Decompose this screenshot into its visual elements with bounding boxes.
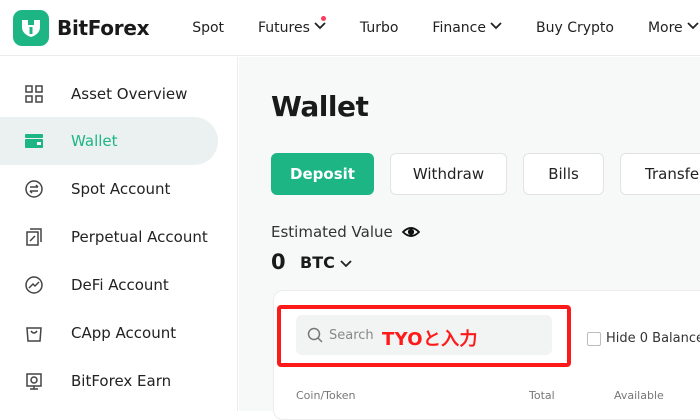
estimated-value-label: Estimated Value [271,223,393,241]
annotation-text: TYOと入力 [382,329,478,350]
sidebar-item-bitforex-earn[interactable]: BitForex Earn [0,357,218,405]
sidebar-item-label: CApp Account [71,324,177,342]
bitforex-logo-icon [13,9,49,46]
sidebar-item-spot-account[interactable]: Spot Account [0,165,218,213]
deposit-button-label: Deposit [290,165,355,183]
checkbox[interactable] [587,331,601,346]
deposit-button[interactable]: Deposit [271,153,374,195]
wallet-actions: Deposit Withdraw Bills Transfer [271,153,700,195]
trend-circle-icon [24,275,44,295]
nav-spot-label: Spot [192,19,225,36]
estimated-value: 0 [271,250,286,274]
bills-button[interactable]: Bills [523,153,604,195]
transfer-button[interactable]: Transfer [620,153,700,195]
page-title: Wallet [271,90,369,123]
nav-buy-crypto-label: Buy Crypto [535,19,614,36]
sidebar-item-perpetual-account[interactable]: Perpetual Account [0,213,218,261]
nav-turbo[interactable]: Turbo [343,20,416,36]
column-header-available: Available [614,389,664,402]
main-content: Wallet Deposit Withdraw Bills Transfer E… [239,57,700,420]
sidebar-item-label: Asset Overview [71,85,188,103]
sidebar-item-wallet[interactable]: Wallet [0,117,218,165]
sidebar-item-asset-overview[interactable]: Asset Overview [0,70,218,118]
nav-buy-crypto[interactable]: Buy Crypto [519,20,631,36]
sidebar-item-defi-account[interactable]: DeFi Account [0,261,218,309]
transfer-button-label: Transfer [645,165,700,183]
sidebar-item-label: BitForex Earn [71,372,172,390]
bills-button-label: Bills [548,165,579,183]
nav-more[interactable]: More [631,20,700,36]
top-nav-bar: BitForex Spot Futures Turbo Finance Buy … [0,0,700,56]
brand-name: BitForex [57,15,150,40]
notification-dot [320,15,326,21]
withdraw-button[interactable]: Withdraw [390,153,507,195]
column-header-coin: Coin/Token [296,389,356,402]
nav-futures-label: Futures [258,19,310,36]
currency-selector[interactable]: BTC [300,253,352,272]
sidebar-item-capp-account[interactable]: CApp Account [0,309,218,357]
brand-logo[interactable]: BitForex [13,9,150,46]
sidebar-item-label: Spot Account [71,180,171,198]
nav-futures[interactable]: Futures [241,15,343,36]
earn-icon [24,371,44,391]
nav-finance[interactable]: Finance [415,20,519,36]
column-header-total: Total [529,389,555,402]
hide-zero-balance-toggle[interactable]: Hide 0 Balance [587,331,700,346]
shopping-bag-icon [24,323,44,343]
nav-finance-label: Finance [432,19,486,36]
withdraw-button-label: Withdraw [412,165,485,183]
wallet-icon [24,131,44,151]
sidebar-item-label: DeFi Account [71,276,169,294]
nav-spot[interactable]: Spot [175,20,241,36]
sidebar-item-label: Wallet [71,132,118,150]
sidebar-item-label: Perpetual Account [71,228,208,246]
grid-icon [24,84,44,104]
asset-panel: Search TYOと入力 Hide 0 Balance Coin/Token … [273,290,700,420]
chevron-down-icon [490,22,502,33]
contract-icon [24,227,44,247]
hide-zero-label: Hide 0 Balance [606,331,700,346]
eye-icon[interactable] [399,220,423,244]
chevron-down-icon [340,253,352,272]
sidebar: Asset Overview Wallet Spot Account Perpe… [0,57,238,411]
currency-label: BTC [300,253,335,272]
main-nav: Spot Futures Turbo Finance Buy Crypto Mo… [175,15,700,36]
chevron-down-icon [687,22,699,33]
chevron-down-icon [314,22,326,33]
nav-more-label: More [647,19,683,36]
swap-circle-icon [24,179,44,199]
nav-turbo-label: Turbo [359,19,399,36]
